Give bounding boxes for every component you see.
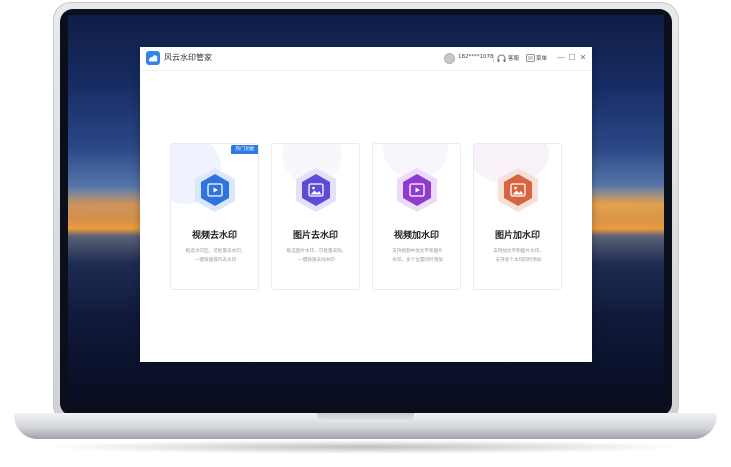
card-desc-line: 支持视频中加文字和图片 bbox=[392, 249, 443, 254]
card-desc-line: 框选图片水印，可批量去除， bbox=[286, 249, 347, 254]
card-description: 框选图片水印，可批量去除， 一键快速去除水印 bbox=[278, 247, 355, 265]
card-title: 视频加水印 bbox=[393, 231, 439, 241]
laptop-notch bbox=[317, 413, 414, 422]
user-avatar[interactable] bbox=[444, 53, 455, 64]
hot-badge: 热门功能 bbox=[231, 145, 258, 154]
close-button[interactable]: ✕ bbox=[578, 52, 588, 64]
service-link[interactable]: 客服 bbox=[508, 54, 519, 62]
card-image-add-watermark[interactable]: 图片加水印 支持加文字和图片水印， 支持多个水印同时添加 bbox=[473, 143, 562, 290]
card-description: 框选水印区，可批量去水印， 一键快速操作去水印 bbox=[177, 247, 254, 265]
card-desc-line: 框选水印区，可批量去水印， bbox=[185, 249, 246, 254]
laptop-shadow bbox=[40, 440, 690, 454]
menu-button[interactable]: 菜单 bbox=[536, 54, 547, 62]
minimize-button[interactable]: — bbox=[556, 52, 566, 64]
image-icon bbox=[302, 174, 330, 206]
divider bbox=[493, 55, 494, 63]
card-desc-line: 一键快速操作去水印 bbox=[194, 258, 237, 263]
user-phone[interactable]: 182****1078 bbox=[458, 54, 494, 60]
card-description: 支持视频中加文字和图片 水印，多个位置同时添加 bbox=[379, 247, 456, 265]
card-title: 图片加水印 bbox=[494, 231, 540, 241]
card-desc-line: 一键快速去除水印 bbox=[298, 258, 335, 263]
card-desc-line: 水印，多个位置同时添加 bbox=[392, 258, 443, 263]
card-title: 视频去水印 bbox=[191, 231, 237, 241]
app-window: 风云水印管家 182****1078 客服 菜单 — ☐ ✕ 热门功能 视频去水… bbox=[140, 47, 592, 362]
card-desc-line: 支持加文字和图片水印， bbox=[493, 249, 544, 254]
card-image-remove-watermark[interactable]: 图片去水印 框选图片水印，可批量去除， 一键快速去除水印 bbox=[271, 143, 360, 290]
image-icon bbox=[504, 174, 532, 206]
card-description: 支持加文字和图片水印， 支持多个水印同时添加 bbox=[480, 247, 557, 265]
title-bar[interactable]: 风云水印管家 182****1078 客服 菜单 — ☐ ✕ bbox=[140, 47, 592, 71]
app-title: 风云水印管家 bbox=[164, 53, 212, 62]
headset-icon[interactable] bbox=[496, 53, 507, 64]
video-icon bbox=[201, 174, 229, 206]
card-title: 图片去水印 bbox=[292, 231, 338, 241]
menu-icon[interactable] bbox=[526, 54, 535, 62]
maximize-button[interactable]: ☐ bbox=[567, 52, 577, 64]
card-video-add-watermark[interactable]: 视频加水印 支持视频中加文字和图片 水印，多个位置同时添加 bbox=[372, 143, 461, 290]
card-desc-line: 支持多个水印同时添加 bbox=[495, 258, 542, 263]
video-icon bbox=[403, 174, 431, 206]
card-video-remove-watermark[interactable]: 热门功能 视频去水印 框选水印区，可批量去水印， 一键快速操作去水印 bbox=[170, 143, 259, 290]
app-logo-icon bbox=[146, 51, 160, 65]
